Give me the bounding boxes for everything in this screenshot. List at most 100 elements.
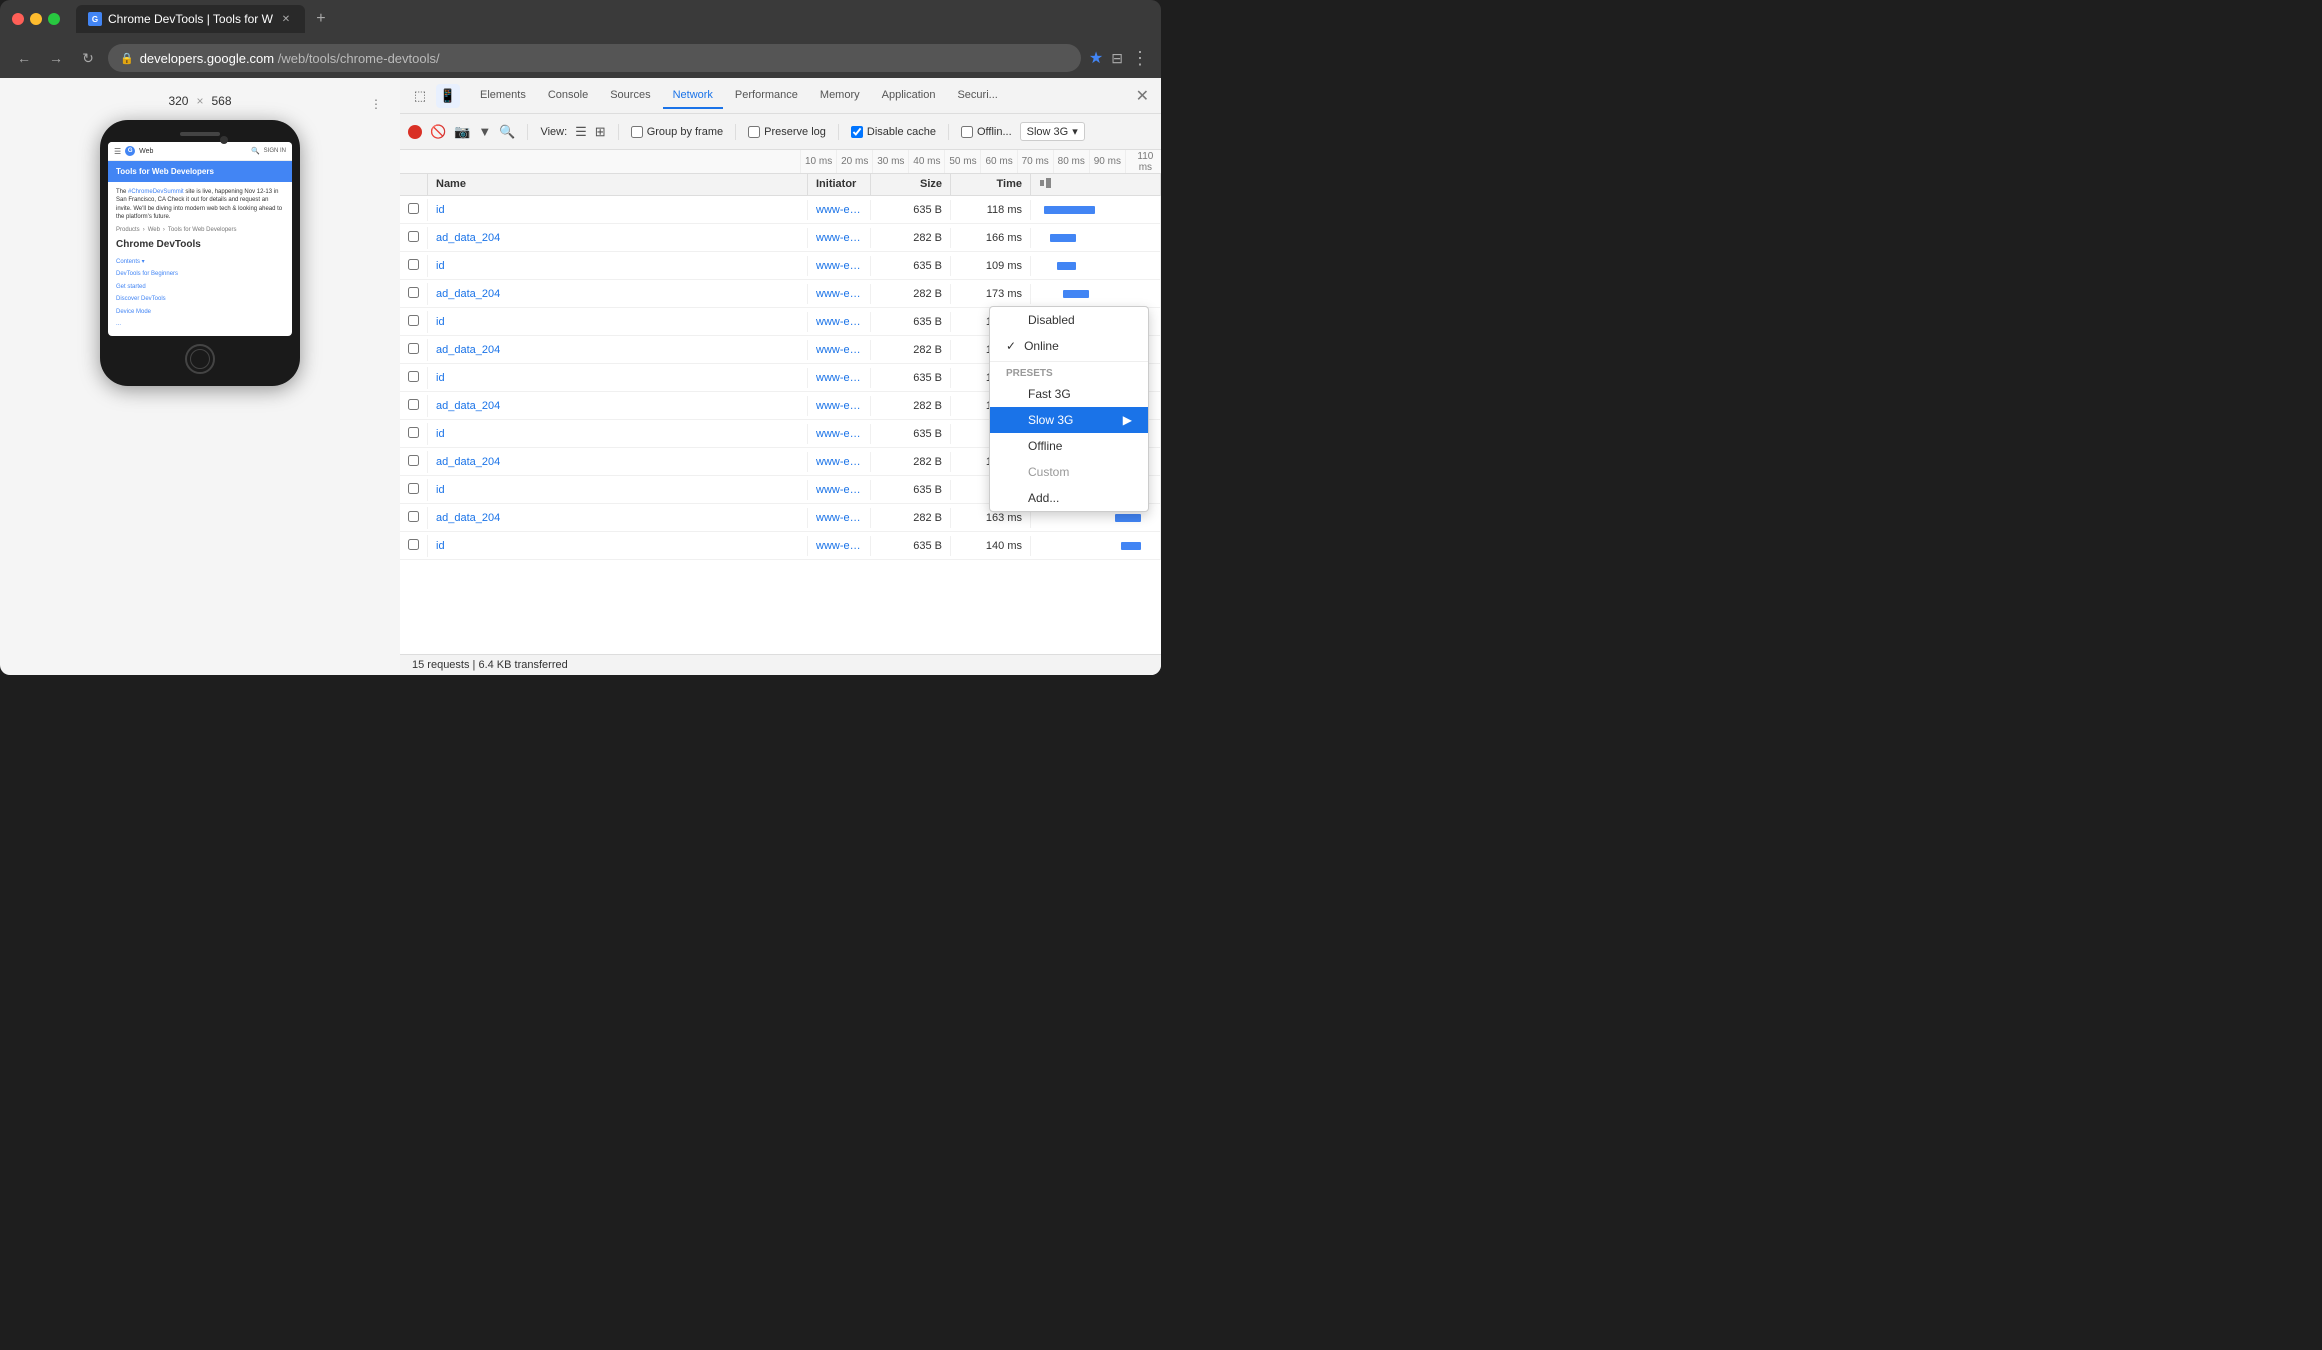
throttle-option-disabled[interactable]: Disabled bbox=[990, 307, 1148, 333]
phone-home-button[interactable] bbox=[185, 344, 215, 374]
td-initiator[interactable]: www-embed-... bbox=[808, 256, 871, 276]
throttle-option-online[interactable]: ✓ Online bbox=[990, 333, 1148, 359]
tab-application[interactable]: Application bbox=[872, 83, 946, 109]
td-checkbox[interactable] bbox=[400, 479, 428, 501]
th-initiator[interactable]: Initiator bbox=[808, 174, 871, 195]
td-initiator[interactable]: www-embed-... bbox=[808, 340, 871, 360]
tab-network[interactable]: Network bbox=[663, 83, 723, 109]
search-button[interactable]: 🔍 bbox=[499, 124, 515, 140]
td-name[interactable]: id bbox=[428, 200, 808, 220]
td-initiator[interactable]: www-embed-... bbox=[808, 508, 871, 528]
forward-button[interactable]: → bbox=[44, 46, 68, 70]
th-time[interactable]: Time bbox=[951, 174, 1031, 195]
maximize-traffic-light[interactable] bbox=[48, 13, 60, 25]
td-checkbox[interactable] bbox=[400, 507, 428, 529]
td-name[interactable]: ad_data_204 bbox=[428, 508, 808, 528]
td-checkbox[interactable] bbox=[400, 311, 428, 333]
td-checkbox[interactable] bbox=[400, 367, 428, 389]
td-initiator[interactable]: www-embed-... bbox=[808, 396, 871, 416]
td-initiator[interactable]: www-embed-... bbox=[808, 284, 871, 304]
td-name[interactable]: ad_data_204 bbox=[428, 228, 808, 248]
minimize-traffic-light[interactable] bbox=[30, 13, 42, 25]
active-tab[interactable]: G Chrome DevTools | Tools for W ✕ bbox=[76, 5, 305, 33]
td-checkbox[interactable] bbox=[400, 227, 428, 249]
td-initiator[interactable]: www-embed-... bbox=[808, 312, 871, 332]
td-initiator[interactable]: www-embed-... bbox=[808, 452, 871, 472]
tab-memory[interactable]: Memory bbox=[810, 83, 870, 109]
list-view-button[interactable]: ☰ bbox=[575, 124, 587, 140]
td-name[interactable]: ad_data_204 bbox=[428, 284, 808, 304]
table-row[interactable]: ad_data_204 www-embed-... 282 B 166 ms bbox=[400, 224, 1161, 252]
address-bar[interactable]: 🔒 developers.google.com /web/tools/chrom… bbox=[108, 44, 1081, 72]
th-name[interactable]: Name bbox=[428, 174, 808, 195]
menu-icon[interactable]: ⋮ bbox=[1131, 48, 1149, 69]
td-initiator[interactable]: www-embed-... bbox=[808, 536, 871, 556]
throttle-option-slow3g[interactable]: Slow 3G ▶ bbox=[990, 407, 1148, 433]
cast-icon[interactable]: ⊟ bbox=[1111, 50, 1123, 67]
table-row[interactable]: ad_data_204 www-embed-... 282 B 173 ms bbox=[400, 280, 1161, 308]
throttle-option-offline[interactable]: Offline bbox=[990, 433, 1148, 459]
clear-button[interactable]: 🚫 bbox=[430, 124, 446, 140]
device-mode-icon-button[interactable]: 📱 bbox=[436, 84, 460, 108]
td-name[interactable]: id bbox=[428, 424, 808, 444]
td-initiator[interactable]: www-embed-... bbox=[808, 228, 871, 248]
td-initiator[interactable]: www-embed-... bbox=[808, 368, 871, 388]
group-by-frame-checkbox[interactable]: Group by frame bbox=[631, 126, 723, 138]
td-name[interactable]: id bbox=[428, 368, 808, 388]
throttle-menu[interactable]: Disabled ✓ Online Presets Fast 3G Slow 3… bbox=[989, 306, 1149, 512]
td-name[interactable]: ad_data_204 bbox=[428, 340, 808, 360]
devtools-close-button[interactable]: ✕ bbox=[1132, 82, 1153, 110]
preserve-log-input[interactable] bbox=[748, 126, 760, 138]
tab-close-button[interactable]: ✕ bbox=[279, 12, 293, 26]
dimensions-menu-button[interactable]: ⋮ bbox=[364, 92, 388, 116]
throttle-option-custom[interactable]: Custom bbox=[990, 459, 1148, 485]
bookmark-icon[interactable]: ★ bbox=[1089, 48, 1103, 68]
inspector-icon-button[interactable]: ⬚ bbox=[408, 84, 432, 108]
table-row[interactable]: id www-embed-... 635 B 140 ms bbox=[400, 532, 1161, 560]
offline-input[interactable] bbox=[961, 126, 973, 138]
td-checkbox[interactable] bbox=[400, 423, 428, 445]
new-tab-button[interactable]: + bbox=[309, 7, 333, 31]
disable-cache-checkbox[interactable]: Disable cache bbox=[851, 126, 936, 138]
preserve-log-checkbox[interactable]: Preserve log bbox=[748, 126, 826, 138]
offline-checkbox[interactable]: Offlin... bbox=[961, 126, 1012, 138]
td-name[interactable]: ad_data_204 bbox=[428, 396, 808, 416]
throttle-dropdown[interactable]: Slow 3G ▾ bbox=[1020, 122, 1085, 141]
th-size[interactable]: Size bbox=[871, 174, 951, 195]
camera-button[interactable]: 📷 bbox=[454, 124, 470, 140]
td-name[interactable]: id bbox=[428, 312, 808, 332]
throttle-option-fast3g[interactable]: Fast 3G bbox=[990, 381, 1148, 407]
td-checkbox[interactable] bbox=[400, 339, 428, 361]
tab-performance[interactable]: Performance bbox=[725, 83, 808, 109]
td-initiator[interactable]: www-embed-... bbox=[808, 480, 871, 500]
filter-button[interactable]: ▼ bbox=[478, 124, 491, 139]
waterfall-view-button[interactable]: ⊞ bbox=[595, 124, 606, 140]
table-row[interactable]: id www-embed-... 635 B 118 ms bbox=[400, 196, 1161, 224]
td-name[interactable]: id bbox=[428, 480, 808, 500]
record-button[interactable] bbox=[408, 125, 422, 139]
reload-button[interactable]: ↻ bbox=[76, 46, 100, 70]
disable-cache-input[interactable] bbox=[851, 126, 863, 138]
td-name[interactable]: ad_data_204 bbox=[428, 452, 808, 472]
td-name[interactable]: id bbox=[428, 256, 808, 276]
td-checkbox[interactable] bbox=[400, 535, 428, 557]
group-by-frame-input[interactable] bbox=[631, 126, 643, 138]
tab-console[interactable]: Console bbox=[538, 83, 598, 109]
td-checkbox[interactable] bbox=[400, 395, 428, 417]
close-traffic-light[interactable] bbox=[12, 13, 24, 25]
td-checkbox[interactable] bbox=[400, 283, 428, 305]
tab-elements[interactable]: Elements bbox=[470, 83, 536, 109]
throttle-option-add[interactable]: Add... bbox=[990, 485, 1148, 511]
tab-security[interactable]: Securi... bbox=[947, 83, 1007, 109]
td-initiator[interactable]: www-embed-... bbox=[808, 424, 871, 444]
td-name[interactable]: id bbox=[428, 536, 808, 556]
tab-sources[interactable]: Sources bbox=[600, 83, 660, 109]
td-checkbox[interactable] bbox=[400, 255, 428, 277]
td-time: 109 ms bbox=[951, 256, 1031, 276]
back-button[interactable]: ← bbox=[12, 46, 36, 70]
table-row[interactable]: id www-embed-... 635 B 109 ms bbox=[400, 252, 1161, 280]
td-checkbox[interactable] bbox=[400, 451, 428, 473]
cursor-indicator: ▶ bbox=[1123, 413, 1132, 427]
td-initiator[interactable]: www-embed-... bbox=[808, 200, 871, 220]
td-checkbox[interactable] bbox=[400, 199, 428, 221]
